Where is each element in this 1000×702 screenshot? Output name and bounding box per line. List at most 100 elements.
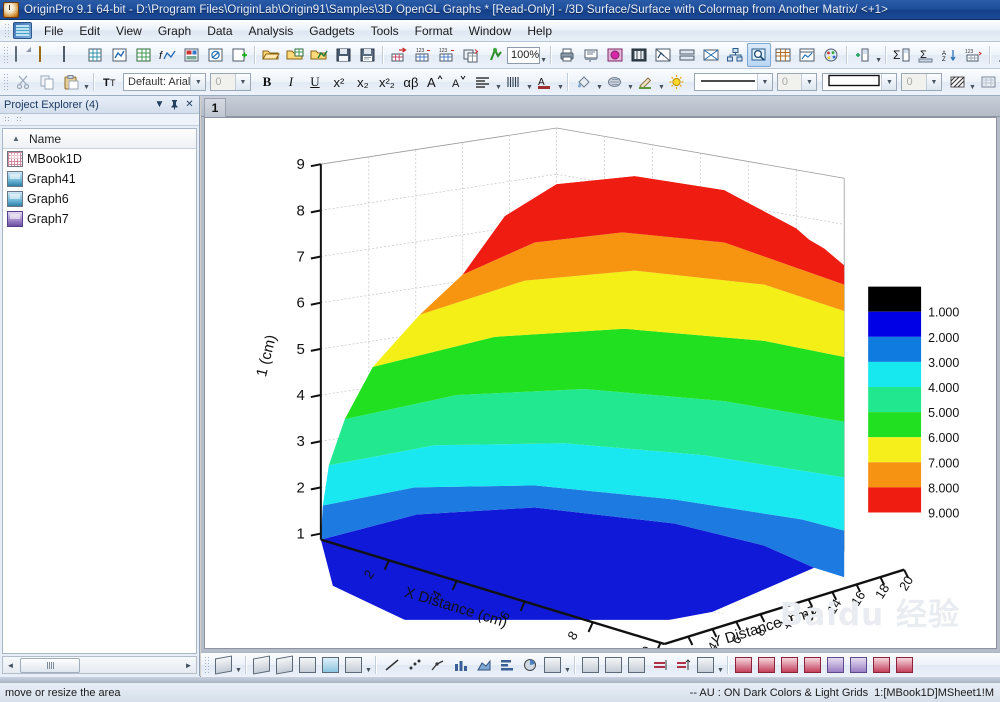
- resize-vertical-icon[interactable]: [755, 654, 778, 677]
- hierarchy-icon[interactable]: [723, 43, 747, 67]
- menu-grip[interactable]: [4, 22, 10, 39]
- plot-dropdown-arrow[interactable]: ▼: [564, 654, 571, 676]
- new-layer-icon[interactable]: [771, 43, 795, 67]
- chevron-down-icon[interactable]: ▼: [756, 74, 772, 90]
- plot-setup-icon[interactable]: [795, 43, 819, 67]
- import-wizard-icon[interactable]: [387, 43, 411, 67]
- new-folder-icon[interactable]: [35, 43, 59, 67]
- pattern-width-combo[interactable]: 0 ▼: [901, 73, 943, 91]
- italic-icon[interactable]: I: [279, 70, 303, 94]
- colormap-icon[interactable]: [847, 654, 870, 677]
- export-graph-icon[interactable]: [603, 43, 627, 67]
- decrease-font-icon[interactable]: A: [447, 70, 471, 94]
- column-width-dropdown-arrow[interactable]: ▼: [526, 71, 533, 93]
- cut-icon[interactable]: [11, 70, 35, 94]
- origin-menu-icon[interactable]: [13, 22, 32, 39]
- bold-icon[interactable]: B: [255, 70, 279, 94]
- pattern-color-dropdown-arrow[interactable]: ▼: [627, 71, 634, 93]
- scroll-right-arrow[interactable]: ►: [181, 658, 196, 673]
- toolbar-grip[interactable]: [3, 46, 8, 64]
- menu-item-gadgets[interactable]: Gadgets: [301, 21, 362, 41]
- menu-item-edit[interactable]: Edit: [71, 21, 108, 41]
- arrange-layers-icon[interactable]: [778, 654, 801, 677]
- light-bulb-icon[interactable]: [665, 70, 689, 94]
- new-matrix-icon[interactable]: [83, 43, 107, 67]
- line-width-combo[interactable]: 0 ▼: [776, 73, 818, 91]
- rotate-right-icon[interactable]: [273, 654, 296, 677]
- scroll-left-arrow[interactable]: ◄: [3, 658, 18, 673]
- right-arrow-data-icon[interactable]: [893, 654, 916, 677]
- list-item[interactable]: Graph41: [3, 169, 196, 189]
- surface-plot-3d[interactable]: 9 8 7 6 5 4 3 2 1 1 (cm) 2 4 6 8 X Dista…: [205, 118, 996, 648]
- line-style-combo[interactable]: ▼: [693, 73, 773, 91]
- resize-horizontal-icon[interactable]: [694, 654, 717, 677]
- chevron-down-icon[interactable]: ▼: [190, 74, 206, 90]
- copy-icon[interactable]: [35, 70, 59, 94]
- line-tool-icon[interactable]: [380, 654, 403, 677]
- layer-management-icon[interactable]: [699, 43, 723, 67]
- mask-point-icon[interactable]: [671, 654, 694, 677]
- chevron-down-icon[interactable]: ▼: [801, 74, 817, 90]
- pattern-color-icon[interactable]: [603, 70, 627, 94]
- fill-pattern-dropdown-arrow[interactable]: ▼: [969, 71, 976, 93]
- status-au-indicator[interactable]: -- AU : ON Dark Colors & Light Grids: [690, 687, 875, 699]
- project-explorer-horizontal-scrollbar[interactable]: ◄ ►: [2, 656, 197, 674]
- line-color-icon[interactable]: [634, 70, 658, 94]
- font-type-icon[interactable]: TT: [98, 70, 122, 94]
- view-dropdown-arrow[interactable]: ▼: [365, 654, 372, 676]
- list-item[interactable]: MBook1D: [3, 149, 196, 169]
- toolbar-grip[interactable]: [3, 73, 8, 91]
- underline-icon[interactable]: U: [303, 70, 327, 94]
- new-project-icon[interactable]: [11, 43, 35, 67]
- new-notes-icon[interactable]: [203, 43, 227, 67]
- menu-item-data[interactable]: Data: [199, 21, 240, 41]
- align-icon[interactable]: [471, 70, 495, 94]
- list-item[interactable]: Graph6: [3, 189, 196, 209]
- open-project-icon[interactable]: [259, 43, 283, 67]
- new-layout-icon[interactable]: [179, 43, 203, 67]
- histogram-icon[interactable]: [994, 43, 1000, 67]
- mask-dropdown-arrow[interactable]: ▼: [717, 654, 724, 676]
- close-icon[interactable]: ✕: [182, 98, 197, 112]
- toolbar-grip[interactable]: [204, 656, 209, 674]
- duplicate-icon[interactable]: [459, 43, 483, 67]
- fill-color-dropdown-arrow[interactable]: ▼: [596, 71, 603, 93]
- graph-layer-tab-1[interactable]: 1: [204, 98, 226, 117]
- bubble-tool-icon[interactable]: [541, 654, 564, 677]
- font-color-icon[interactable]: A: [533, 70, 557, 94]
- colormap-legend[interactable]: 1.000 2.000 3.000 4.000 5.000 6.000 7.00…: [868, 286, 959, 521]
- bar-tool-icon[interactable]: [495, 654, 518, 677]
- subscript-icon[interactable]: x₂: [351, 70, 375, 94]
- align-dropdown-arrow[interactable]: ▼: [495, 71, 502, 93]
- save-project-icon[interactable]: [331, 43, 355, 67]
- menu-item-tools[interactable]: Tools: [363, 21, 407, 41]
- menu-item-help[interactable]: Help: [519, 21, 560, 41]
- area-tool-icon[interactable]: [472, 654, 495, 677]
- mask-range-icon[interactable]: [648, 654, 671, 677]
- add-object-dropdown-arrow[interactable]: ▼: [875, 44, 882, 66]
- clipboard-dropdown-arrow[interactable]: ▼: [83, 71, 90, 93]
- left-arrow-data-icon[interactable]: [870, 654, 893, 677]
- sum-statistics-icon[interactable]: Σ: [890, 43, 914, 67]
- import-icon[interactable]: [307, 43, 331, 67]
- paste-icon[interactable]: [59, 70, 83, 94]
- gradient-icon[interactable]: [976, 70, 1000, 94]
- scrollbar-thumb[interactable]: [20, 657, 80, 673]
- new-excel-icon[interactable]: [131, 43, 155, 67]
- status-sheet-reference[interactable]: 1:[MBook1D]MSheet1!M: [874, 687, 1000, 699]
- add-new-sheet-icon[interactable]: [227, 43, 251, 67]
- font-color-dropdown-arrow[interactable]: ▼: [557, 71, 564, 93]
- menu-item-graph[interactable]: Graph: [150, 21, 199, 41]
- surface-tool-icon[interactable]: [602, 654, 625, 677]
- new-function-plot-icon[interactable]: f: [155, 43, 179, 67]
- fill-color-icon[interactable]: [572, 70, 596, 94]
- superscript-icon[interactable]: x²: [327, 70, 351, 94]
- toolbar-grip[interactable]: [16, 116, 23, 123]
- super-subscript-icon[interactable]: x²₂: [375, 70, 399, 94]
- line-color-dropdown-arrow[interactable]: ▼: [658, 71, 665, 93]
- rotate-mode-icon[interactable]: [212, 654, 235, 677]
- zoom-level-input[interactable]: 100%: [507, 46, 541, 64]
- sum-icon[interactable]: Σ: [914, 43, 938, 67]
- list-item[interactable]: Graph7: [3, 209, 196, 229]
- chevron-down-icon[interactable]: ▼: [234, 74, 250, 90]
